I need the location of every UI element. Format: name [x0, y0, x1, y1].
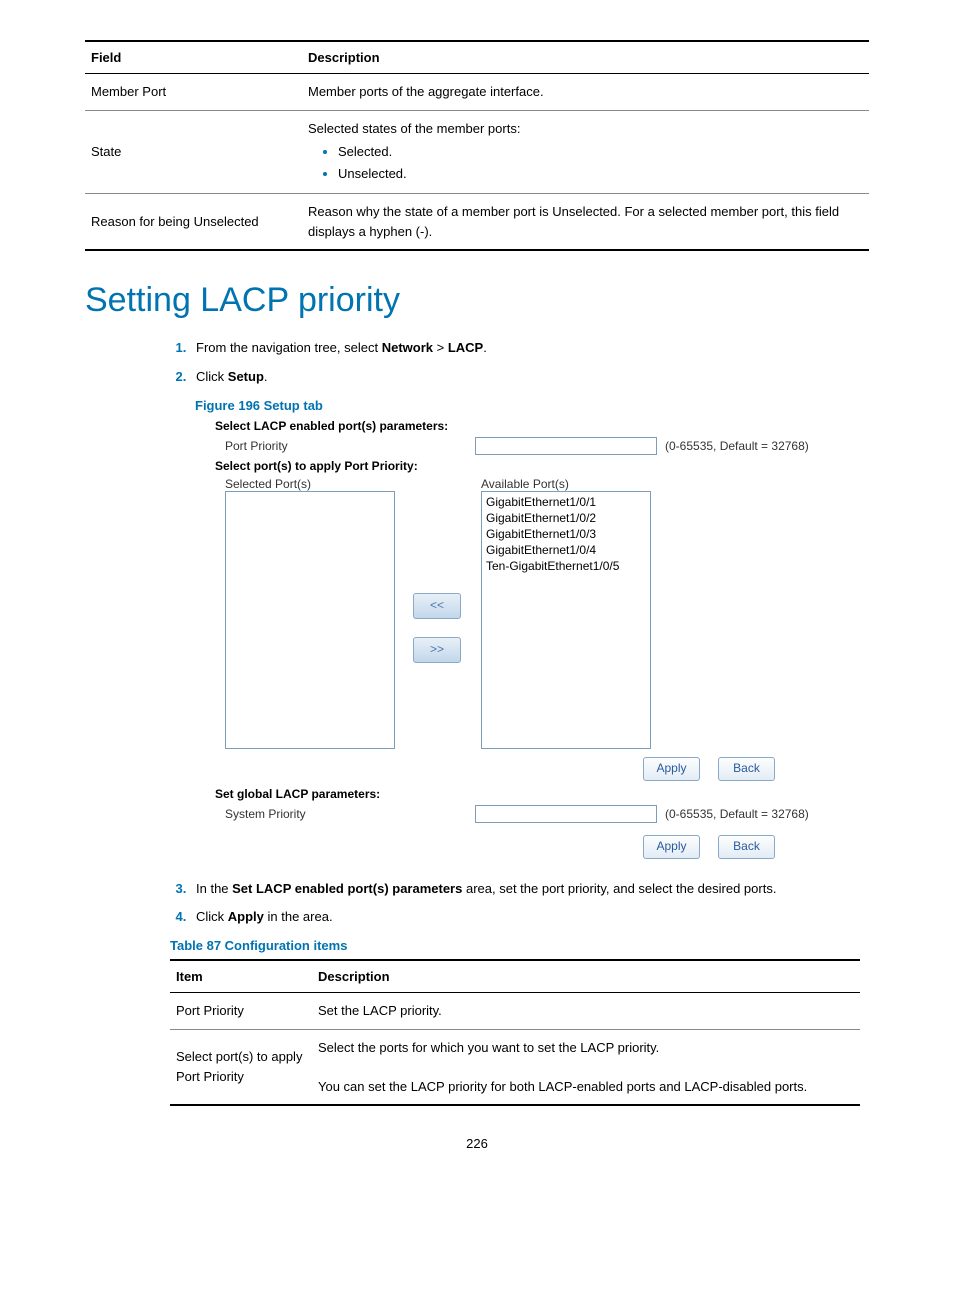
dual-listbox: Selected Port(s) << >> Available Port(s)…	[215, 477, 875, 749]
section-global-lacp-title: Set global LACP parameters:	[215, 787, 875, 801]
selected-ports-listbox[interactable]	[225, 491, 395, 749]
field-description-table: Field Description Member PortMember port…	[85, 40, 869, 251]
table-cell-description: Set the LACP priority.	[312, 993, 860, 1030]
move-right-button[interactable]: >>	[413, 637, 461, 663]
port-priority-label: Port Priority	[215, 439, 475, 453]
move-left-button[interactable]: <<	[413, 593, 461, 619]
step-item: In the Set LACP enabled port(s) paramete…	[190, 879, 869, 900]
step-item: Click Setup.	[190, 367, 869, 388]
system-priority-label: System Priority	[215, 807, 475, 821]
available-ports-label: Available Port(s)	[471, 477, 651, 491]
page-number: 226	[85, 1136, 869, 1151]
port-priority-hint: (0-65535, Default = 32768)	[657, 439, 809, 453]
th-description: Description	[302, 41, 869, 74]
page-title: Setting LACP priority	[85, 281, 869, 320]
table-cell-description: Select the ports for which you want to s…	[312, 1029, 860, 1105]
select-ports-title: Select port(s) to apply Port Priority:	[215, 459, 875, 473]
back-button-2[interactable]: Back	[718, 835, 775, 859]
steps-list-1: From the navigation tree, select Network…	[85, 338, 869, 388]
system-priority-hint: (0-65535, Default = 32768)	[657, 807, 809, 821]
system-priority-input[interactable]	[475, 805, 657, 823]
table-cell-field: State	[85, 110, 302, 194]
bullet-item: Unselected.	[338, 164, 863, 184]
th-field: Field	[85, 41, 302, 74]
table-cell-field: Reason for being Unselected	[85, 194, 302, 251]
setup-tab-screenshot: Select LACP enabled port(s) parameters: …	[215, 419, 875, 859]
table-cell-description: Selected states of the member ports:Sele…	[302, 110, 869, 194]
figure-caption: Figure 196 Setup tab	[195, 398, 869, 413]
table-caption: Table 87 Configuration items	[170, 938, 869, 953]
table-cell-item: Select port(s) to apply Port Priority	[170, 1029, 312, 1105]
port-option[interactable]: GigabitEthernet1/0/1	[486, 494, 646, 510]
step-item: Click Apply in the area.	[190, 907, 869, 928]
table-cell-description: Member ports of the aggregate interface.	[302, 74, 869, 111]
th-item: Item	[170, 960, 312, 993]
selected-ports-label: Selected Port(s)	[215, 477, 395, 491]
port-option[interactable]: Ten-GigabitEthernet1/0/5	[486, 558, 646, 574]
port-option[interactable]: GigabitEthernet1/0/2	[486, 510, 646, 526]
port-priority-input[interactable]	[475, 437, 657, 455]
available-ports-listbox[interactable]: GigabitEthernet1/0/1GigabitEthernet1/0/2…	[481, 491, 651, 749]
table-cell-field: Member Port	[85, 74, 302, 111]
steps-list-2: In the Set LACP enabled port(s) paramete…	[85, 879, 869, 929]
table-cell-item: Port Priority	[170, 993, 312, 1030]
apply-button-2[interactable]: Apply	[643, 835, 700, 859]
bullet-item: Selected.	[338, 142, 863, 162]
table-cell-description: Reason why the state of a member port is…	[302, 194, 869, 251]
apply-button-1[interactable]: Apply	[643, 757, 700, 781]
back-button-1[interactable]: Back	[718, 757, 775, 781]
section-lacp-ports-title: Select LACP enabled port(s) parameters:	[215, 419, 875, 433]
configuration-items-table: Item Description Port PrioritySet the LA…	[170, 959, 860, 1106]
step-item: From the navigation tree, select Network…	[190, 338, 869, 359]
port-option[interactable]: GigabitEthernet1/0/3	[486, 526, 646, 542]
port-option[interactable]: GigabitEthernet1/0/4	[486, 542, 646, 558]
th-description: Description	[312, 960, 860, 993]
